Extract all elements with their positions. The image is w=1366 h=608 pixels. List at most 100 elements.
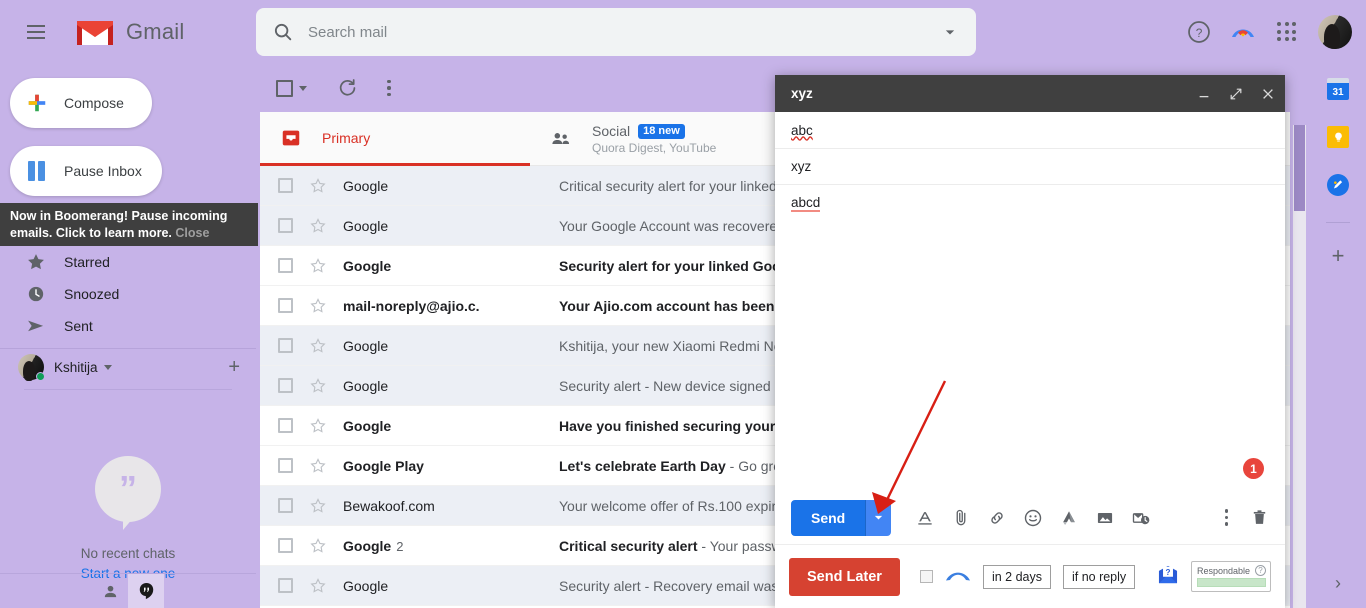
compose-window: xyz abc xyz abcd 1 Send Send Later in 2 … xyxy=(775,75,1285,608)
tab-primary[interactable]: Primary xyxy=(260,112,530,166)
boomerang-icon[interactable] xyxy=(1230,19,1256,45)
left-sidebar: Compose Pause Inbox Now in Boomerang! Pa… xyxy=(0,64,258,608)
boomerang-when-select[interactable]: in 2 days xyxy=(982,564,1051,589)
sidebar-item-sent[interactable]: Sent xyxy=(0,310,256,342)
hangouts-account-row[interactable]: Kshitija + xyxy=(0,349,256,385)
search-options-icon[interactable] xyxy=(940,22,960,42)
subject-field[interactable]: xyz xyxy=(775,149,1285,185)
send-options-icon[interactable] xyxy=(865,499,892,536)
star-icon[interactable] xyxy=(309,297,327,315)
envelope-question-icon[interactable]: ? xyxy=(1157,565,1179,589)
recipient-field[interactable]: abc xyxy=(775,112,1285,149)
star-icon[interactable] xyxy=(309,497,327,515)
hangouts-tab[interactable] xyxy=(128,574,164,608)
minimize-icon[interactable] xyxy=(1197,87,1211,101)
add-addon-icon[interactable]: + xyxy=(1332,245,1345,267)
pause-inbox-button[interactable]: Pause Inbox xyxy=(10,146,162,196)
format-text-icon[interactable] xyxy=(915,508,935,528)
compose-button[interactable]: Compose xyxy=(10,78,152,128)
row-checkbox[interactable] xyxy=(278,378,293,393)
scrollbar-thumb[interactable] xyxy=(1294,125,1305,211)
boomerang-glyph-icon[interactable] xyxy=(945,566,971,587)
header-actions: ? xyxy=(1186,0,1352,64)
apps-grid-icon[interactable] xyxy=(1274,19,1300,45)
star-icon[interactable] xyxy=(309,377,327,395)
star-icon[interactable] xyxy=(309,417,327,435)
tab-social-text: Social 18 new Quora Digest, YouTube xyxy=(592,123,716,155)
message-body[interactable]: abcd xyxy=(775,185,1285,491)
email-sender: Google xyxy=(343,217,389,234)
expand-panel-icon[interactable]: › xyxy=(1335,573,1341,594)
sidebar-item-starred[interactable]: Starred xyxy=(0,246,256,278)
star-icon[interactable] xyxy=(309,577,327,595)
more-options-icon[interactable] xyxy=(1224,509,1228,526)
chat-bubble-icon: ” xyxy=(95,456,161,530)
close-icon[interactable] xyxy=(1261,87,1275,101)
respondable-widget[interactable]: Respondable ? xyxy=(1191,561,1271,592)
message-body-value: abcd xyxy=(791,195,821,212)
chat-tabs xyxy=(0,573,256,608)
select-all-checkbox[interactable] xyxy=(276,79,293,97)
chevron-down-icon[interactable] xyxy=(103,364,112,370)
clock-icon xyxy=(28,286,44,302)
row-checkbox[interactable] xyxy=(278,578,293,593)
tab-primary-label: Primary xyxy=(322,129,371,146)
boomerang-tooltip[interactable]: Now in Boomerang! Pause incoming emails.… xyxy=(0,203,258,246)
new-chat-button[interactable]: + xyxy=(228,357,240,377)
attach-file-icon[interactable] xyxy=(951,508,971,528)
send-button-group: Send xyxy=(791,499,892,536)
confidential-mode-icon[interactable] xyxy=(1131,508,1151,528)
expand-icon[interactable] xyxy=(1229,87,1243,101)
sidebar-item-snoozed[interactable]: Snoozed xyxy=(0,278,256,310)
compose-header: xyz xyxy=(775,75,1285,112)
refresh-icon[interactable] xyxy=(337,77,359,99)
help-icon[interactable]: ? xyxy=(1255,565,1266,576)
keep-icon[interactable] xyxy=(1327,126,1349,148)
pause-icon xyxy=(28,161,48,181)
tasks-icon[interactable] xyxy=(1327,174,1349,196)
contacts-tab[interactable] xyxy=(92,574,128,608)
row-checkbox[interactable] xyxy=(278,298,293,313)
row-checkbox[interactable] xyxy=(278,218,293,233)
account-avatar[interactable] xyxy=(1318,15,1352,49)
people-icon xyxy=(552,133,570,145)
boomerang-tooltip-close[interactable]: Close xyxy=(175,226,209,240)
sidebar-label: Starred xyxy=(64,254,110,270)
star-icon[interactable] xyxy=(309,257,327,275)
calendar-icon[interactable]: 31 xyxy=(1327,78,1349,100)
search-bar[interactable] xyxy=(256,8,976,56)
row-checkbox[interactable] xyxy=(278,498,293,513)
mail-list-scrollbar[interactable] xyxy=(1293,125,1306,608)
search-input[interactable] xyxy=(308,23,940,41)
hamburger-icon[interactable] xyxy=(12,8,60,56)
boomerang-checkbox[interactable] xyxy=(919,570,933,583)
star-icon[interactable] xyxy=(309,217,327,235)
row-checkbox[interactable] xyxy=(278,458,293,473)
bulb-icon xyxy=(1334,132,1342,142)
select-all-dropdown-icon[interactable] xyxy=(299,85,307,91)
insert-link-icon[interactable] xyxy=(987,508,1007,528)
star-icon[interactable] xyxy=(309,537,327,555)
send-later-button[interactable]: Send Later xyxy=(789,557,900,596)
star-icon[interactable] xyxy=(309,337,327,355)
row-checkbox[interactable] xyxy=(278,258,293,273)
star-icon[interactable] xyxy=(309,177,327,195)
insert-drive-icon[interactable] xyxy=(1059,508,1079,528)
person-icon xyxy=(104,585,116,598)
row-checkbox[interactable] xyxy=(278,338,293,353)
email-sender: Google xyxy=(343,377,389,394)
star-icon[interactable] xyxy=(309,457,327,475)
gmail-brand: Gmail xyxy=(74,16,184,48)
send-button[interactable]: Send xyxy=(791,499,866,536)
avatar xyxy=(18,354,45,381)
boomerang-condition-select[interactable]: if no reply xyxy=(1062,564,1136,589)
row-checkbox[interactable] xyxy=(278,538,293,553)
tab-social[interactable]: Social 18 new Quora Digest, YouTube xyxy=(530,112,800,166)
row-checkbox[interactable] xyxy=(278,418,293,433)
insert-photo-icon[interactable] xyxy=(1095,508,1115,528)
delete-draft-icon[interactable] xyxy=(1250,508,1269,527)
more-options-icon[interactable] xyxy=(387,79,391,97)
help-icon[interactable]: ? xyxy=(1186,19,1212,45)
row-checkbox[interactable] xyxy=(278,178,293,193)
insert-emoji-icon[interactable] xyxy=(1023,508,1043,528)
